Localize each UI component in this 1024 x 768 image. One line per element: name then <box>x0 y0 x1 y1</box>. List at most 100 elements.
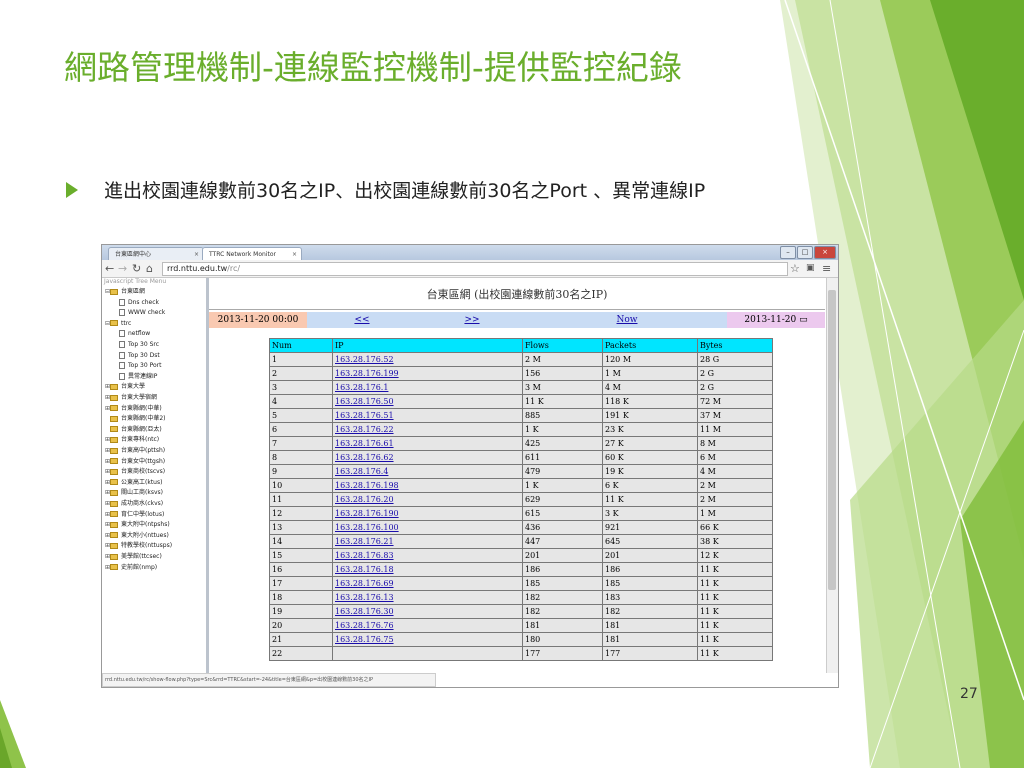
ip-link[interactable]: 163.28.176.30 <box>335 607 394 616</box>
url-input[interactable]: rrd.nttu.edu.tw/rc/ <box>162 262 788 276</box>
folder-icon <box>110 553 118 560</box>
table-cell: 11 K <box>697 562 773 577</box>
tree-item[interactable]: ⊞ 特教學校(nttusps) <box>105 541 172 550</box>
ip-link[interactable]: 163.28.176.22 <box>335 425 394 434</box>
vertical-scrollbar[interactable] <box>826 278 838 673</box>
table-cell: 163.28.176.21 <box>332 534 523 549</box>
ip-link[interactable]: 163.28.176.75 <box>335 635 394 644</box>
minimize-icon[interactable]: – <box>780 246 796 259</box>
column-header: Flows <box>522 338 603 353</box>
ip-link[interactable]: 163.28.176.61 <box>335 439 394 448</box>
ip-link[interactable]: 163.28.176.18 <box>335 565 394 574</box>
tree-item[interactable]: Top 30 Port <box>114 361 161 370</box>
back-arrow-icon[interactable]: ← <box>105 262 114 275</box>
table-cell: 118 K <box>602 394 698 409</box>
folder-icon <box>110 436 118 443</box>
tree-item[interactable]: ⊞ 台東大學 <box>105 382 145 391</box>
ip-link[interactable]: 163.28.176.190 <box>335 509 399 518</box>
column-header: IP <box>332 338 523 353</box>
reload-icon[interactable]: ↻ <box>132 262 141 275</box>
table-cell: 11 M <box>697 422 773 437</box>
tab-taitung-center[interactable]: 台東區網中心 × <box>108 247 204 260</box>
tree-item[interactable]: ⊞ 成功商水(ckvs) <box>105 499 163 508</box>
star-icon[interactable]: ☆ <box>790 262 800 275</box>
tree-item[interactable]: Dns check <box>114 298 159 307</box>
tree-item[interactable]: netflow <box>114 329 150 338</box>
window-controls: – □ × <box>780 246 836 259</box>
ip-link[interactable]: 163.28.176.198 <box>335 481 399 490</box>
window-close-icon[interactable]: × <box>814 246 836 259</box>
tree-item[interactable]: ⊞ 台東專科(ntc) <box>105 435 159 444</box>
table-cell: 885 <box>522 408 603 423</box>
scrollbar-thumb[interactable] <box>828 290 836 590</box>
ip-link[interactable]: 163.28.176.69 <box>335 579 394 588</box>
table-cell: 163.28.176.51 <box>332 408 523 423</box>
column-header: Bytes <box>697 338 773 353</box>
ip-link[interactable]: 163.28.176.199 <box>335 369 399 378</box>
ip-link[interactable]: 163.28.176.21 <box>335 537 394 546</box>
tree-item[interactable]: ⊞ 台東女中(ttgsh) <box>105 457 165 466</box>
document-icon <box>119 330 125 338</box>
tree-item[interactable]: ⊞ 公東高工(ktus) <box>105 478 162 487</box>
ip-link[interactable]: 163.28.176.51 <box>335 411 394 420</box>
ip-link[interactable]: 163.28.176.20 <box>335 495 394 504</box>
forward-arrow-icon[interactable]: → <box>118 262 127 275</box>
ip-link[interactable]: 163.28.176.1 <box>335 383 388 392</box>
ip-link[interactable]: 163.28.176.76 <box>335 621 394 630</box>
ip-link[interactable]: 163.28.176.83 <box>335 551 394 560</box>
maximize-icon[interactable]: □ <box>797 246 813 259</box>
tree-item[interactable]: Top 30 Dst <box>114 351 160 360</box>
tree-item-label: 育仁中學(lotus) <box>121 510 165 518</box>
document-icon <box>119 298 125 306</box>
home-icon[interactable]: ⌂ <box>146 262 153 275</box>
now-link[interactable]: Now <box>527 312 727 328</box>
table-row: 13 163.28.176.100 436 921 66 K <box>269 520 773 535</box>
prev-link[interactable]: << <box>307 312 417 328</box>
table-cell: 2 G <box>697 380 773 395</box>
extension-icon[interactable]: ▣ <box>806 262 815 275</box>
tree-item[interactable]: ⊞ 美學館(ttcsec) <box>105 552 162 561</box>
ip-link[interactable]: 163.28.176.100 <box>335 523 399 532</box>
menu-icon[interactable]: ≡ <box>822 262 831 275</box>
tree-item[interactable]: WWW check <box>114 308 165 317</box>
ip-link[interactable]: 163.28.176.50 <box>335 397 394 406</box>
time-navigation: 2013-11-20 00:00 << >> Now 2013-11-20 ▭ <box>209 312 825 328</box>
table-cell: 37 M <box>697 408 773 423</box>
tree-item[interactable]: ⊞ 台東高中(pttsh) <box>105 446 165 455</box>
tree-item-label: 公東高工(ktus) <box>121 478 163 486</box>
ip-link[interactable]: 163.28.176.52 <box>335 355 394 364</box>
tree-item[interactable]: 台東縣網(亞太) <box>105 425 162 434</box>
tree-item[interactable]: ⊞ 東大附小(nttues) <box>105 531 169 540</box>
table-cell: 629 <box>522 492 603 507</box>
tree-item[interactable]: 異常連線IP <box>114 372 157 381</box>
tree-item[interactable]: ⊞ 關山工商(ksvs) <box>105 488 163 497</box>
tree-item[interactable]: ⊞ 東大附中(ntpshs) <box>105 520 170 529</box>
bullet-point: 進出校園連線數前30名之IP、出校園連線數前30名之Port 、異常連線IP <box>66 178 796 205</box>
table-cell: 11 K <box>522 394 603 409</box>
ip-link[interactable]: 163.28.176.13 <box>335 593 394 602</box>
tab-network-monitor[interactable]: TTRC Network Monitor × <box>202 247 302 260</box>
url-path: /rc/ <box>227 264 241 273</box>
tree-item[interactable]: ⊞ 台東大學宿網 <box>105 393 157 402</box>
tree-item[interactable]: ⊞ 育仁中學(lotus) <box>105 510 164 519</box>
column-header: Packets <box>602 338 698 353</box>
table-cell: 11 K <box>602 492 698 507</box>
slide-title: 網路管理機制-連線監控機制-提供監控紀錄 <box>64 48 682 87</box>
table-row: 15 163.28.176.83 201 201 12 K <box>269 548 773 563</box>
tree-item[interactable]: 台東縣網(中華2) <box>105 414 166 423</box>
next-link[interactable]: >> <box>417 312 527 328</box>
tree-item[interactable]: ⊞ 台東縣網(中華) <box>105 404 162 413</box>
tree-item[interactable]: Top 30 Src <box>114 340 159 349</box>
table-cell: 8 M <box>697 436 773 451</box>
ip-link[interactable]: 163.28.176.4 <box>335 467 388 476</box>
divider <box>209 309 825 310</box>
tree-item-label: 台東高中(pttsh) <box>121 447 166 454</box>
calendar-icon[interactable]: ▭ <box>799 315 808 325</box>
ip-link[interactable]: 163.28.176.62 <box>335 453 394 462</box>
tree-item[interactable]: ⊟ ttrc <box>105 319 131 328</box>
tree-item[interactable]: ⊟ 台東區網 <box>105 287 145 296</box>
tree-item[interactable]: ⊞ 史前館(nmp) <box>105 563 157 572</box>
tree-item-label: Top 30 Src <box>128 341 160 348</box>
table-cell: 4 M <box>697 464 773 479</box>
tree-item[interactable]: ⊞ 台東商校(tscvs) <box>105 467 165 476</box>
